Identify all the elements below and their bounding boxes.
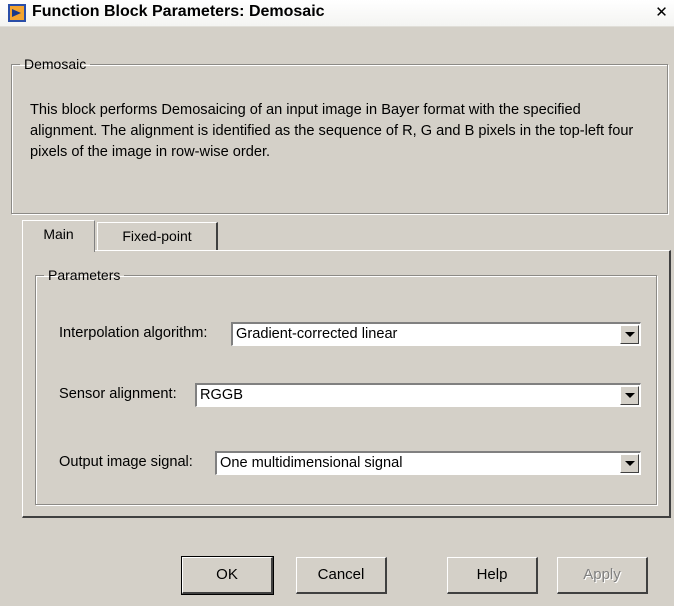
interpolation-algorithm-value: Gradient-corrected linear xyxy=(236,326,398,342)
apply-button[interactable]: Apply xyxy=(557,557,648,594)
dropdown-arrow-icon[interactable] xyxy=(620,454,639,473)
description-group: Demosaic This block performs Demosaicing… xyxy=(11,56,668,214)
tab-fixed-point[interactable]: Fixed-point xyxy=(97,222,218,250)
cancel-button[interactable]: Cancel xyxy=(296,557,387,594)
description-legend: Demosaic xyxy=(24,56,87,72)
simulink-block-icon xyxy=(8,4,26,22)
tab-panel-main: Parameters Interpolation algorithm: Grad… xyxy=(22,250,671,518)
dropdown-arrow-icon[interactable] xyxy=(620,386,639,405)
help-button[interactable]: Help xyxy=(447,557,538,594)
window-title: Function Block Parameters: Demosaic xyxy=(32,3,325,20)
sensor-alignment-select[interactable]: RGGB xyxy=(195,383,641,407)
tab-main[interactable]: Main xyxy=(22,220,95,252)
ok-button[interactable]: OK xyxy=(181,556,274,595)
parameters-legend: Parameters xyxy=(48,267,121,283)
interpolation-algorithm-select[interactable]: Gradient-corrected linear xyxy=(231,322,641,346)
output-image-signal-label: Output image signal: xyxy=(59,454,193,470)
sensor-alignment-value: RGGB xyxy=(200,387,243,403)
output-image-signal-select[interactable]: One multidimensional signal xyxy=(215,451,641,475)
close-icon[interactable]: ✕ xyxy=(653,4,670,21)
sensor-alignment-label: Sensor alignment: xyxy=(59,386,177,402)
interpolation-algorithm-label: Interpolation algorithm: xyxy=(59,325,208,341)
block-description: This block performs Demosaicing of an in… xyxy=(30,102,634,160)
dropdown-arrow-icon[interactable] xyxy=(620,325,639,344)
output-image-signal-value: One multidimensional signal xyxy=(220,455,403,471)
title-bar[interactable]: Function Block Parameters: Demosaic ✕ xyxy=(0,0,674,27)
